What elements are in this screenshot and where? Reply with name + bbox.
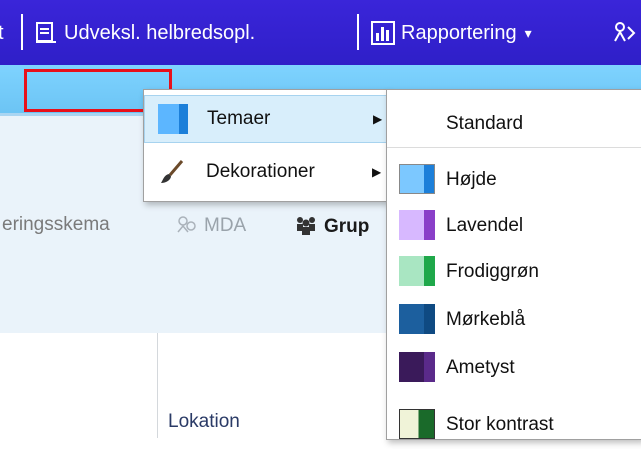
group-icon	[294, 214, 318, 236]
exchange-health-info-label: Udveksl. helbredsopl.	[64, 21, 256, 44]
group-label: Grup	[324, 216, 370, 237]
bar-chart-icon	[371, 21, 395, 45]
context-menu: Temaer ▶ Dekorationer ▶	[143, 89, 388, 202]
menu-item-decorations[interactable]: Dekorationer ▶	[144, 148, 387, 196]
exchange-health-info-button[interactable]: Udveksl. helbredsopl.	[34, 18, 255, 48]
toolbar-partial-label: t	[0, 21, 4, 44]
reports-menu-button[interactable]: Rapportering ▾	[371, 18, 532, 48]
person-tool-icon	[612, 21, 636, 45]
paintbrush-icon	[158, 158, 186, 186]
theme-option-label: Mørkeblå	[446, 309, 526, 330]
theme-option-standard[interactable]: Standard	[387, 100, 641, 148]
menu-item-decorations-label: Dekorationer	[206, 161, 315, 182]
reports-label: Rapportering	[401, 21, 517, 44]
mda-icon	[176, 214, 198, 234]
group-button[interactable]: Grup	[294, 214, 369, 238]
column-divider	[157, 333, 158, 438]
theme-option-label: Frodiggrøn	[446, 261, 539, 282]
theme-option-stor-kontrast[interactable]: Stor kontrast	[387, 401, 641, 449]
theme-option-frodiggron[interactable]: Frodiggrøn	[387, 248, 641, 296]
theme-option-label: Standard	[446, 113, 524, 134]
theme-option-label: Ametyst	[446, 357, 515, 378]
location-label: Lokation	[168, 411, 240, 432]
theme-option-label: Stor kontrast	[446, 414, 554, 435]
menu-item-themes-label: Temaer	[207, 108, 271, 129]
themes-submenu: Standard Højde Lavendel Frodiggrøn Mørke…	[386, 89, 641, 440]
theme-option-ametyst[interactable]: Ametyst	[387, 344, 641, 392]
form-link-label[interactable]: eringsskema	[2, 214, 110, 236]
mda-button[interactable]: MDA	[176, 214, 246, 237]
swatch-icon	[399, 304, 435, 334]
swatch-icon	[399, 210, 435, 240]
submenu-arrow-icon: ▶	[372, 165, 382, 179]
mda-label: MDA	[204, 215, 247, 236]
toolbar-partial-item[interactable]: t	[0, 18, 4, 48]
theme-option-label: Højde	[446, 169, 497, 190]
menu-item-themes[interactable]: Temaer ▶	[144, 95, 387, 143]
theme-option-morkebla[interactable]: Mørkeblå	[387, 296, 641, 344]
toolbar-separator	[21, 14, 23, 50]
chevron-down-icon: ▾	[524, 24, 532, 41]
swatch-icon	[399, 256, 435, 286]
theme-option-hojde[interactable]: Højde	[387, 156, 641, 204]
top-toolbar: t Udveksl. helbredsopl. Rapportering ▾	[0, 0, 641, 65]
menu-divider	[387, 147, 641, 148]
document-exchange-icon	[34, 21, 58, 45]
toolbar-separator	[357, 14, 359, 50]
swatch-icon	[399, 409, 435, 439]
user-tools-button[interactable]	[612, 18, 641, 48]
submenu-arrow-icon: ▶	[373, 112, 383, 126]
swatch-icon	[399, 352, 435, 382]
theme-option-label: Lavendel	[446, 215, 524, 236]
swatch-icon	[399, 164, 435, 194]
theme-option-lavendel[interactable]: Lavendel	[387, 202, 641, 250]
theme-icon	[158, 104, 188, 134]
